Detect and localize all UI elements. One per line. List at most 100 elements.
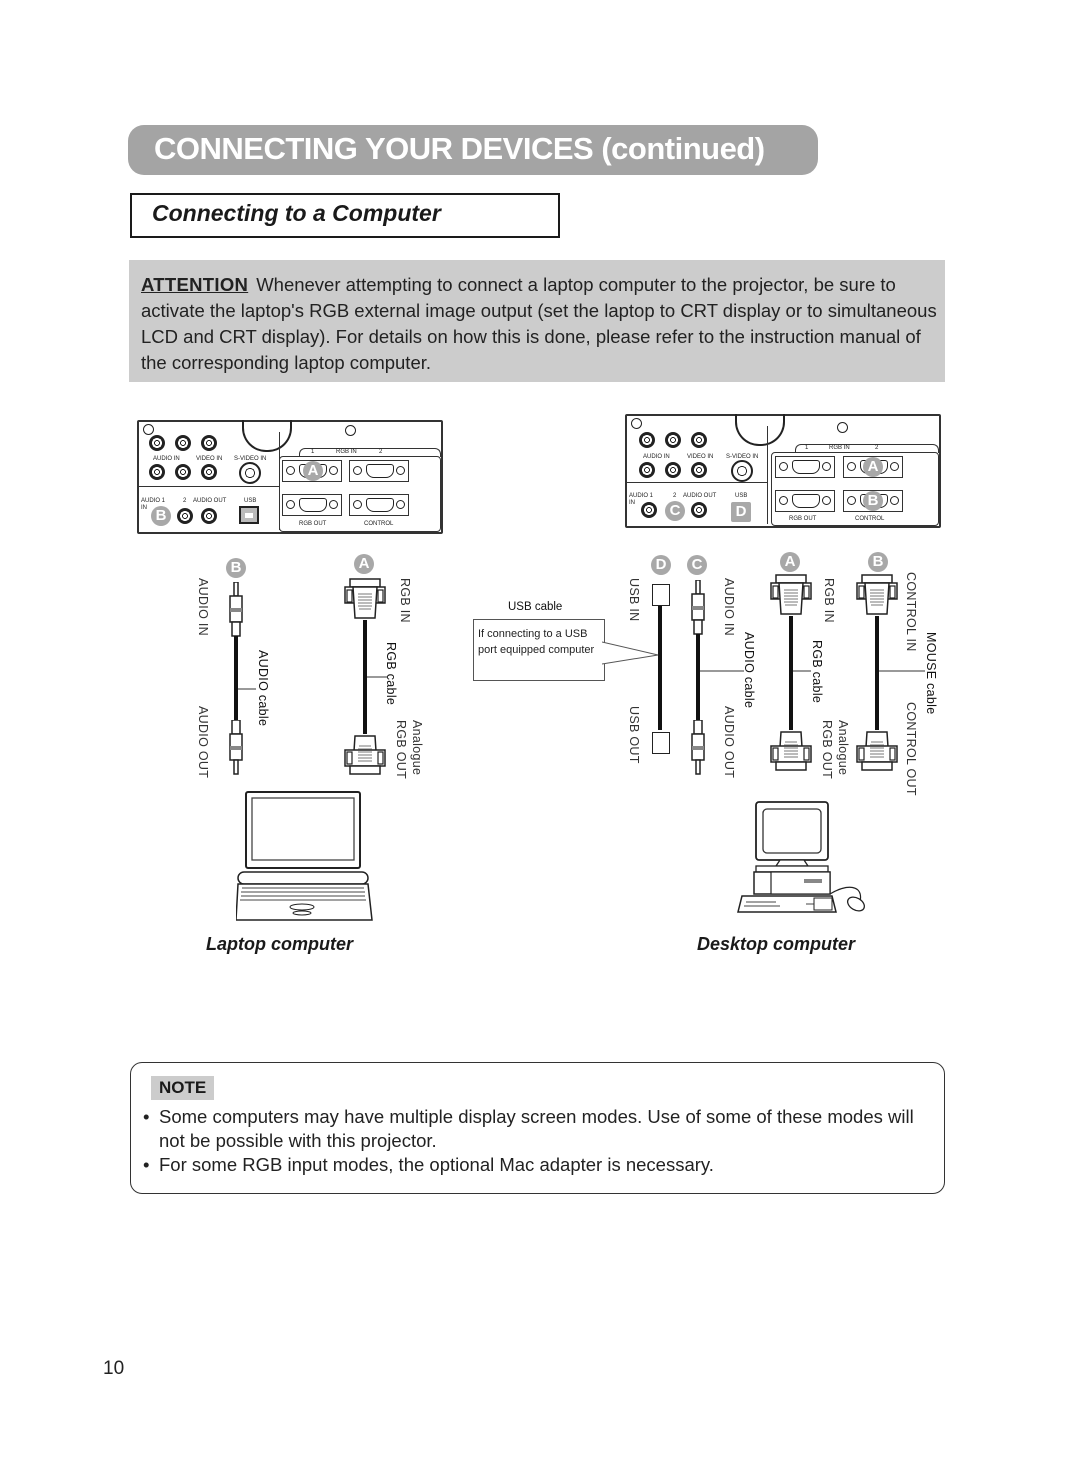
control-port-label: CONTROL — [364, 521, 394, 527]
attention-box: ATTENTION Whenever attempting to connect … — [129, 260, 945, 382]
rgb-in-1-label: 1 — [311, 449, 315, 455]
audio-jack — [691, 462, 707, 478]
audio-in-port-label: AUDIO IN — [153, 456, 180, 462]
audio-in-r-jack — [665, 432, 681, 448]
usb-callout-box: If connecting to a USB port equipped com… — [473, 619, 605, 681]
vga-plug-bottom — [770, 731, 812, 771]
cable-badge-d: D — [651, 555, 671, 575]
control-port-label: CONTROL — [855, 516, 885, 522]
screw-icon — [631, 418, 642, 429]
audio-1-in-port-label: AUDIO 1 — [141, 498, 166, 504]
attention-label: ATTENTION — [141, 274, 249, 295]
audio-2-port-label: 2 — [183, 498, 187, 504]
audio-cable-label: AUDIO cable — [256, 650, 270, 727]
rgb-in-1-label: 1 — [805, 445, 809, 451]
rgb-in-label: RGB IN — [822, 578, 836, 623]
audio-jack — [639, 462, 655, 478]
audio-plug-bottom — [229, 720, 243, 775]
audio-1-jack — [641, 502, 657, 518]
usb-port-label: USB — [735, 493, 748, 499]
control-out-label: CONTROL OUT — [904, 702, 918, 796]
rgb-in-port-label: RGB IN — [829, 445, 850, 451]
control-in-label: CONTROL IN — [904, 572, 918, 652]
cable-label-tick — [238, 688, 256, 690]
rgb-out-port — [282, 494, 342, 516]
screw-icon — [837, 422, 848, 433]
subsection-title: Connecting to a Computer — [152, 200, 441, 226]
video-in-jack — [691, 432, 707, 448]
video-in-port-label: VIDEO IN — [196, 456, 223, 462]
vga-plug-top — [770, 574, 812, 615]
audio-in-l-jack — [639, 432, 655, 448]
usb-in-label: USB IN — [627, 578, 641, 622]
analogue-label: Analogue — [836, 720, 850, 776]
note-item: For some RGB input modes, the optional M… — [141, 1153, 931, 1177]
mouse-cable-label: MOUSE cable — [924, 632, 938, 715]
audio-out-port-label: AUDIO OUT — [683, 493, 717, 499]
rgb-out-port-label: RGB OUT — [299, 521, 327, 527]
audio-in-port-label: AUDIO IN — [643, 454, 670, 460]
audio-cable-line — [696, 634, 700, 722]
rgb-out-label: RGB OUT — [820, 720, 834, 780]
analogue-label: Analogue — [410, 720, 424, 776]
rgb-in-2-label: 2 — [875, 445, 879, 451]
rgb-out-label: RGB OUT — [394, 720, 408, 780]
desktop-caption: Desktop computer — [697, 934, 856, 954]
audio-in-label: AUDIO IN — [722, 578, 736, 636]
usb-callout-text: If connecting to a USB port equipped com… — [478, 628, 595, 656]
cable-badge-b: B — [868, 552, 888, 572]
mouse-cable-line — [875, 616, 879, 730]
laptop-computer-illustration — [236, 791, 373, 921]
audio-out-port-label: AUDIO OUT — [193, 498, 227, 504]
vga-plug-top — [344, 578, 386, 619]
note-box: NOTE Some computers may have multiple di… — [130, 1062, 945, 1194]
note-list: Some computers may have multiple display… — [141, 1105, 931, 1177]
usb-plug-top — [652, 584, 670, 606]
screw-icon — [143, 424, 154, 435]
cable-label-tick — [700, 670, 744, 672]
subsection-title-box: Connecting to a Computer — [130, 193, 560, 238]
note-item: Some computers may have multiple display… — [141, 1105, 931, 1153]
usb-port — [239, 506, 259, 524]
rgb-out-port — [775, 490, 835, 512]
rgb-cable-label: RGB cable — [810, 640, 824, 704]
audio-out-label: AUDIO OUT — [196, 706, 210, 779]
cable-label-tick — [793, 670, 811, 672]
s-video-jack — [731, 460, 753, 482]
in-port-label: IN — [141, 505, 147, 511]
port-badge-a: A — [303, 461, 323, 481]
divider — [627, 482, 767, 483]
audio-jack — [175, 464, 191, 480]
callout-pointer — [602, 641, 659, 665]
audio-plug-top — [691, 580, 705, 635]
cable-label-tick — [879, 670, 925, 672]
audio-1-in-port-label: AUDIO 1 — [629, 493, 654, 499]
section-title: CONNECTING YOUR DEVICES (continued) — [154, 131, 765, 166]
usb-port-label: USB — [244, 498, 257, 504]
audio-in-l-jack — [149, 435, 165, 451]
port-badge-b: B — [863, 491, 883, 511]
desktop-computer-illustration — [737, 801, 866, 913]
rgb-in-2-port — [349, 460, 409, 482]
rgb-in-label: RGB IN — [398, 578, 412, 623]
audio-out-jack — [201, 508, 217, 524]
video-in-port-label: VIDEO IN — [687, 454, 714, 460]
divider — [139, 486, 279, 487]
screw-icon — [345, 425, 356, 436]
attention-paragraph: ATTENTION Whenever attempting to connect … — [141, 272, 941, 376]
audio-in-r-jack — [175, 435, 191, 451]
rgb-cable-label: RGB cable — [384, 642, 398, 706]
audio-plug-top — [229, 582, 243, 637]
divider — [767, 426, 768, 524]
projector-panel-desktop: AUDIO IN VIDEO IN S-VIDEO IN AUDIO 1 IN … — [625, 414, 941, 528]
rgb-in-port-label: RGB IN — [336, 449, 357, 455]
cable-badge-a: A — [354, 554, 374, 574]
attention-text: Whenever attempting to connect a laptop … — [141, 274, 937, 373]
audio-cable-label: AUDIO cable — [742, 632, 756, 709]
port-badge-d: D — [731, 502, 751, 522]
page-number: 10 — [103, 1358, 125, 1379]
port-badge-c: C — [665, 501, 685, 521]
port-badge-b: B — [151, 506, 171, 526]
cable-badge-b: B — [226, 558, 246, 578]
cable-badge-a: A — [780, 552, 800, 572]
